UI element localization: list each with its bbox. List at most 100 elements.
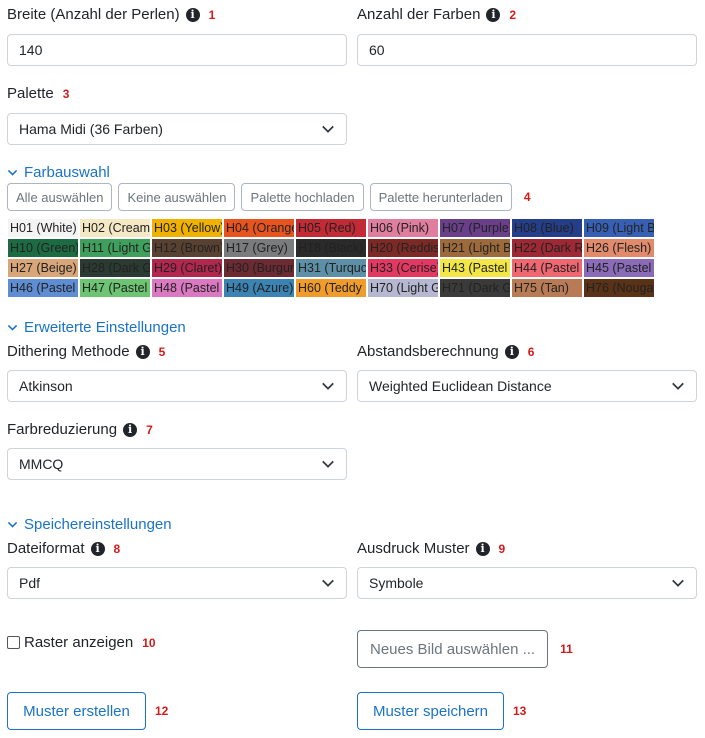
marker-number: 8 (113, 541, 121, 556)
info-icon[interactable]: i (504, 344, 519, 359)
chevron-down-icon (7, 324, 18, 331)
dateiformat-select[interactable]: Pdf (7, 567, 347, 599)
color-swatch[interactable]: H12 (Brown) (152, 239, 222, 257)
marker-number: 2 (509, 7, 517, 22)
marker-number: 1 (208, 7, 216, 22)
color-swatch[interactable]: H44 (Pastel Red) (512, 259, 582, 277)
color-swatch[interactable]: H48 (Pastel Pink) (152, 279, 222, 297)
ausdruck-select[interactable]: Symbole (357, 567, 697, 599)
color-swatch[interactable]: H02 (Cream) (80, 219, 150, 237)
erweitert-title: Erweiterte Einstellungen (24, 319, 186, 336)
raster-checkbox[interactable] (7, 636, 20, 649)
marker-number: 6 (527, 344, 535, 359)
farbauswahl-toggle[interactable]: Farbauswahl (7, 164, 110, 181)
color-swatch[interactable]: H04 (Orange) (224, 219, 294, 237)
chevron-down-icon (322, 579, 334, 587)
color-swatch[interactable]: H46 (Pastel Blue) (8, 279, 78, 297)
info-icon[interactable]: i (486, 7, 501, 22)
marker-number: 10 (142, 635, 156, 650)
color-swatch[interactable]: H22 (Dark Red) (512, 239, 582, 257)
info-icon[interactable]: i (185, 7, 200, 22)
marker-number: 11 (560, 642, 573, 656)
color-swatch[interactable]: H03 (Yellow) (152, 219, 222, 237)
color-swatch[interactable]: H47 (Pastel Green) (80, 279, 150, 297)
farbreduzierung-select[interactable]: MMCQ (7, 448, 347, 480)
alle-auswaehlen-button[interactable]: Alle auswählen (7, 183, 113, 211)
color-swatch[interactable]: H21 (Light Brown) (440, 239, 510, 257)
palette-select[interactable]: Hama Midi (36 Farben) (7, 113, 347, 145)
dithering-select[interactable]: Atkinson (7, 370, 347, 402)
color-swatch[interactable]: H05 (Red) (296, 219, 366, 237)
color-swatch[interactable]: H33 (Cerise) (368, 259, 438, 277)
neues-bild-button[interactable]: Neues Bild auswählen ... (357, 630, 549, 668)
info-icon[interactable]: i (90, 541, 105, 556)
color-swatch[interactable]: H49 (Azure) (224, 279, 294, 297)
abstand-label: Abstandsberechnung (357, 343, 499, 360)
marker-number: 7 (146, 422, 153, 437)
dateiformat-label-row: Dateiformat i 8 (7, 540, 120, 557)
keine-auswaehlen-button[interactable]: Keine auswählen (118, 183, 236, 211)
dateiformat-value: Pdf (19, 575, 41, 591)
color-swatch[interactable]: H28 (Dark Green) (80, 259, 150, 277)
info-icon[interactable]: i (135, 344, 150, 359)
farben-label: Anzahl der Farben (357, 6, 481, 23)
breite-value: 140 (19, 42, 43, 58)
palette-hochladen-button[interactable]: Palette hochladen (241, 183, 364, 211)
abstand-value: Weighted Euclidean Distance (369, 378, 552, 394)
breite-input[interactable]: 140 (7, 34, 347, 66)
color-swatch[interactable]: H45 (Pastel Purple) (584, 259, 654, 277)
palette-herunterladen-button[interactable]: Palette herunterladen (369, 183, 512, 211)
farbauswahl-title: Farbauswahl (24, 164, 110, 181)
farben-value: 60 (369, 42, 385, 58)
color-swatch[interactable]: H31 (Turquoise) (296, 259, 366, 277)
color-swatch[interactable]: H09 (Light Blue) (584, 219, 654, 237)
erweitert-toggle[interactable]: Erweiterte Einstellungen (7, 319, 186, 336)
farben-label-row: Anzahl der Farben i 2 (357, 6, 516, 23)
speicher-toggle[interactable]: Speichereinstellungen (7, 516, 172, 533)
farbreduzierung-label-row: Farbreduzierung i 7 (7, 421, 153, 438)
farben-input[interactable]: 60 (357, 34, 697, 66)
erstellen-row: Muster erstellen 12 (7, 692, 168, 730)
color-swatch[interactable]: H71 (Dark Grey) (440, 279, 510, 297)
color-swatch[interactable]: H30 (Burgundy) (224, 259, 294, 277)
neues-bild-row: Neues Bild auswählen ... 11 (357, 630, 573, 668)
color-swatch[interactable]: H27 (Beige) (8, 259, 78, 277)
color-swatch[interactable]: H06 (Pink) (368, 219, 438, 237)
info-icon[interactable]: i (475, 541, 490, 556)
marker-number: 4 (523, 190, 531, 204)
farbauswahl-button-row: Alle auswählen Keine auswählen Palette h… (7, 183, 531, 211)
marker-number: 9 (498, 541, 506, 556)
color-swatch[interactable]: H20 (Reddish Brown) (368, 239, 438, 257)
chevron-down-icon (322, 125, 334, 133)
color-swatch[interactable]: H76 (Nougat) (584, 279, 654, 297)
color-swatch[interactable]: H70 (Light Grey) (368, 279, 438, 297)
dithering-value: Atkinson (19, 378, 73, 394)
color-swatch[interactable]: H07 (Purple) (440, 219, 510, 237)
color-swatch-grid: H01 (White) H02 (Cream) H03 (Yellow) H04 (O… (8, 219, 654, 297)
color-swatch[interactable]: H08 (Blue) (512, 219, 582, 237)
info-icon[interactable]: i (123, 422, 138, 437)
dithering-label-row: Dithering Methode i 5 (7, 343, 165, 360)
color-swatch[interactable]: H29 (Claret) (152, 259, 222, 277)
color-swatch[interactable]: H18 (Black) (296, 239, 366, 257)
muster-speichern-button[interactable]: Muster speichern (357, 692, 504, 730)
color-swatch[interactable]: H75 (Tan) (512, 279, 582, 297)
color-swatch[interactable]: H26 (Flesh) (584, 239, 654, 257)
abstand-select[interactable]: Weighted Euclidean Distance (357, 370, 697, 402)
raster-label[interactable]: Raster anzeigen (24, 634, 133, 651)
color-swatch[interactable]: H10 (Green) (8, 239, 78, 257)
color-swatch[interactable]: H11 (Light Green) (80, 239, 150, 257)
speicher-title: Speichereinstellungen (24, 516, 172, 533)
color-swatch[interactable]: H17 (Grey) (224, 239, 294, 257)
color-swatch[interactable]: H01 (White) (8, 219, 78, 237)
muster-erstellen-button[interactable]: Muster erstellen (7, 692, 146, 730)
palette-label-row: Palette 3 (7, 85, 69, 102)
ausdruck-value: Symbole (369, 575, 424, 591)
farbreduzierung-label: Farbreduzierung (7, 421, 118, 438)
color-swatch[interactable]: H43 (Pastel Yellow) (440, 259, 510, 277)
color-swatch[interactable]: H60 (Teddy Bear) (296, 279, 366, 297)
palette-label: Palette (7, 85, 54, 102)
palette-value: Hama Midi (36 Farben) (19, 121, 163, 137)
chevron-down-icon (322, 460, 334, 468)
chevron-down-icon (672, 579, 684, 587)
